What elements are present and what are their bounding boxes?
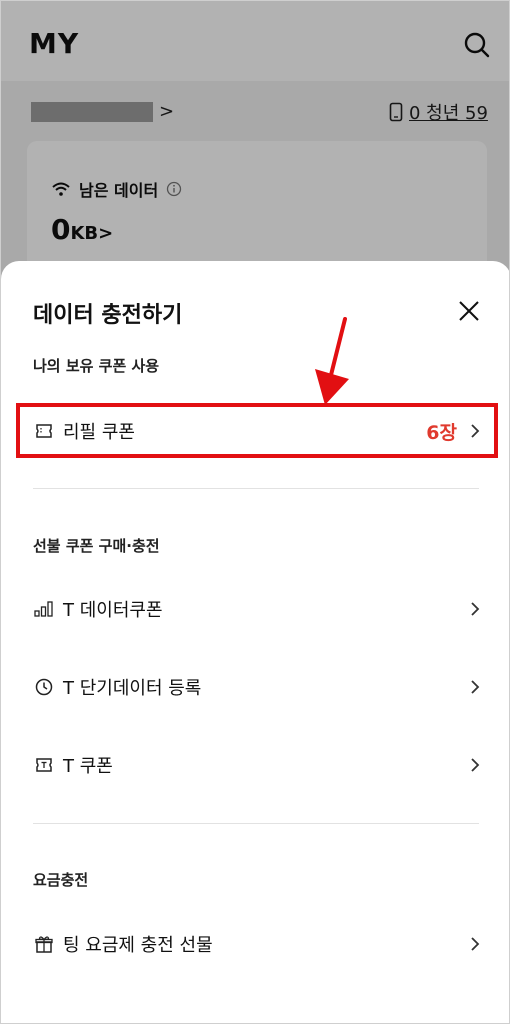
chevron-right-icon (471, 424, 480, 438)
section-heading-fee-charge: 요금충전 (33, 871, 89, 889)
chevron-right-icon (471, 680, 480, 694)
annotation-arrow-icon (315, 317, 349, 405)
refill-coupon-label: 리필 쿠폰 (63, 422, 135, 443)
signal-bars-icon (33, 598, 55, 620)
t-coupon-icon (33, 754, 55, 776)
bottom-sheet: 데이터 충전하기 나의 보유 쿠폰 사용 리필 쿠폰 6장 선불 쿠폰 구매·충… (1, 261, 509, 1023)
divider (33, 488, 479, 489)
sheet-title: 데이터 충전하기 (33, 303, 183, 328)
close-icon (459, 301, 479, 321)
section-heading-my-coupons: 나의 보유 쿠폰 사용 (33, 357, 160, 375)
t-data-coupon-label: T 데이터쿠폰 (63, 600, 163, 621)
chevron-right-icon (471, 758, 480, 772)
ting-plan-gift-row[interactable]: 팅 요금제 충전 선물 (21, 918, 493, 970)
chevron-right-icon (471, 602, 480, 616)
refill-coupon-row[interactable]: 리필 쿠폰 6장 (21, 405, 493, 457)
clock-icon (33, 676, 55, 698)
divider (33, 823, 479, 824)
t-coupon-row[interactable]: T 쿠폰 (21, 739, 493, 791)
t-coupon-label: T 쿠폰 (63, 756, 113, 777)
gift-icon (33, 933, 55, 955)
screen: MY > 0 청년 59 남은 데이터 0KB> 데이터 충전하기 나의 보유 … (0, 0, 510, 1024)
ting-plan-gift-label: 팅 요금제 충전 선물 (63, 935, 213, 956)
close-button[interactable] (453, 295, 485, 327)
chevron-right-icon (471, 937, 480, 951)
t-short-data-row[interactable]: T 단기데이터 등록 (21, 661, 493, 713)
t-data-coupon-row[interactable]: T 데이터쿠폰 (21, 583, 493, 635)
coupon-icon (33, 420, 55, 442)
refill-coupon-count: 6장 (426, 421, 457, 444)
t-short-data-label: T 단기데이터 등록 (63, 678, 202, 699)
section-heading-prepaid: 선불 쿠폰 구매·충전 (33, 537, 160, 555)
